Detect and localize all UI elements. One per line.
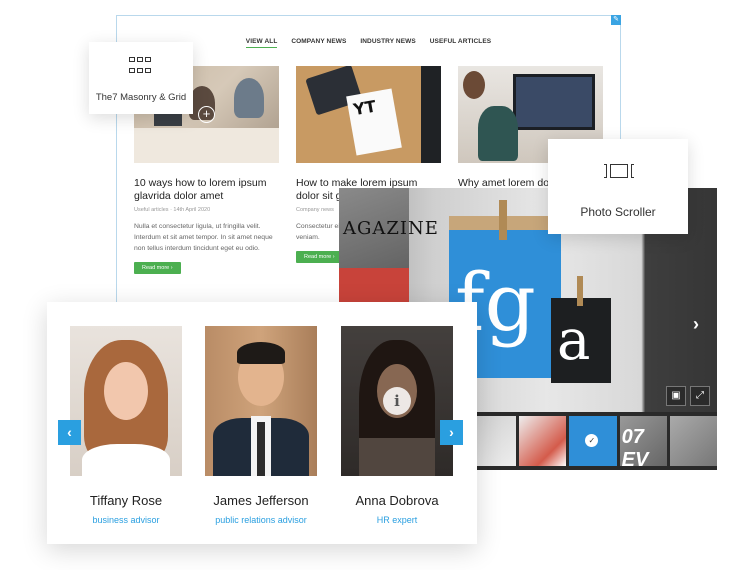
fullscreen-icon[interactable]: ⤢ xyxy=(690,386,710,406)
plus-icon[interactable]: + xyxy=(198,106,215,123)
desk-shape xyxy=(134,128,279,163)
thumbnail-text: 07 EV xyxy=(621,426,649,466)
filter-company-news[interactable]: COMPANY NEWS xyxy=(291,38,346,47)
chevron-right-icon[interactable]: › xyxy=(693,314,699,335)
read-more-button[interactable]: Read more › xyxy=(134,262,181,274)
team-member-card: Tiffany Rose business advisor xyxy=(70,326,182,525)
grid-icon xyxy=(129,57,153,77)
member-name[interactable]: Anna Dobrova xyxy=(341,493,453,508)
member-name[interactable]: Tiffany Rose xyxy=(70,493,182,508)
clothespin-shape xyxy=(499,200,507,240)
edit-icon[interactable]: ✎ xyxy=(611,15,621,25)
filter-industry-news[interactable]: INDUSTRY NEWS xyxy=(360,38,415,47)
member-name[interactable]: James Jefferson xyxy=(205,493,317,508)
keyboard-shape xyxy=(421,66,441,163)
team-member-card: i Anna Dobrova HR expert xyxy=(341,326,453,525)
thumbnail-item[interactable] xyxy=(519,416,567,466)
member-photo[interactable]: i xyxy=(341,326,453,476)
member-photo[interactable] xyxy=(205,326,317,476)
thumbnail-item[interactable]: 07 EV xyxy=(619,416,667,466)
team-carousel: Tiffany Rose business advisor James Jeff… xyxy=(47,302,477,544)
masonry-grid-label-text: The7 Masonry & Grid xyxy=(95,92,187,103)
member-role: public relations advisor xyxy=(215,515,307,525)
read-more-button[interactable]: Read more › xyxy=(296,251,343,263)
photo-scroller-label-text: Photo Scroller xyxy=(580,205,656,219)
post-title[interactable]: 10 ways how to lorem ipsum glavrida dolo… xyxy=(134,177,279,203)
post-excerpt: Nulla et consectetur ligula, ut fringill… xyxy=(134,223,273,252)
magazine-text: AGAZINE xyxy=(343,218,439,239)
filter-useful-articles[interactable]: USEFUL ARTICLES xyxy=(430,38,491,47)
member-role: business advisor xyxy=(92,515,160,525)
person-head-shape xyxy=(463,71,485,99)
masonry-grid-label: The7 Masonry & Grid xyxy=(89,42,193,114)
check-icon: ✓ xyxy=(585,434,599,447)
book-shape: YT xyxy=(346,88,402,156)
chevron-left-icon[interactable]: ‹ xyxy=(58,420,81,445)
person-shape xyxy=(234,78,264,118)
clothespin-shape xyxy=(577,276,583,306)
person-body-shape xyxy=(478,106,518,161)
info-icon[interactable]: i xyxy=(383,387,411,415)
thumbnails-icon[interactable]: ▣ xyxy=(666,386,686,406)
filter-view-all[interactable]: VIEW ALL xyxy=(245,38,278,48)
bag-letter: a xyxy=(557,308,591,373)
magazine-shape: AGAZINE xyxy=(339,188,438,308)
thumbnail-item[interactable] xyxy=(669,416,718,466)
post-thumbnail[interactable]: YT xyxy=(296,66,441,163)
member-role: HR expert xyxy=(376,515,418,525)
team-member-card: James Jefferson public relations advisor xyxy=(205,326,317,525)
photo-scroller-label: Photo Scroller xyxy=(548,139,688,234)
thumbnail-item-active[interactable]: ✓ xyxy=(569,416,617,466)
member-photo[interactable] xyxy=(70,326,182,476)
laptop-screen-shape xyxy=(513,74,595,130)
black-bag-shape: a xyxy=(551,276,611,383)
chevron-right-icon[interactable]: › xyxy=(440,420,463,445)
post-meta: Useful articles · 14th April 2020 xyxy=(134,207,211,213)
filmstrip-icon xyxy=(604,164,634,178)
